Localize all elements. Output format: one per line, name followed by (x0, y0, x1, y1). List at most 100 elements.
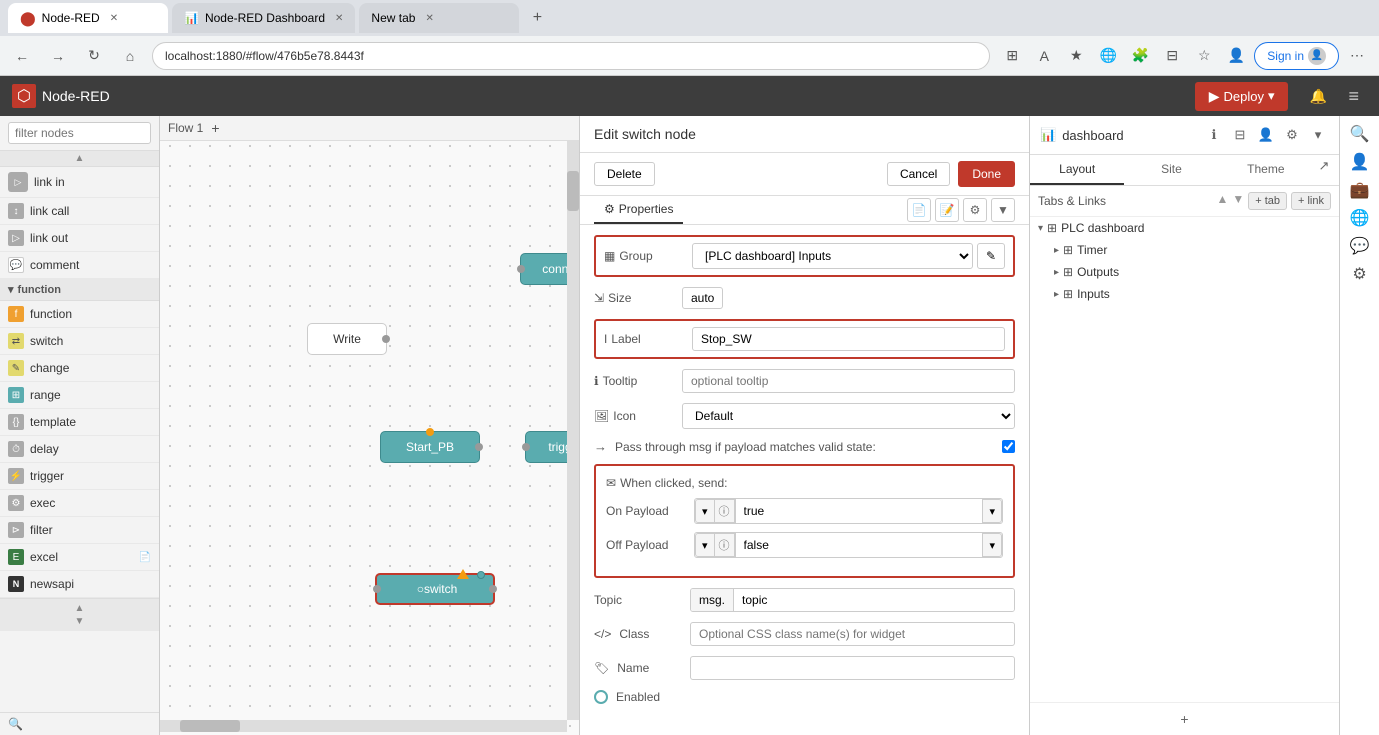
more-button[interactable]: ⋯ (1343, 42, 1371, 70)
node-item-trigger[interactable]: ⚡ trigger (0, 463, 159, 490)
node-connected-port-left[interactable] (517, 265, 525, 273)
tooltip-input[interactable] (682, 369, 1015, 393)
right-briefcase-icon[interactable]: 💼 (1350, 180, 1370, 200)
node-category-function[interactable]: ▾ function (0, 279, 159, 301)
tab-newtab-close[interactable]: ✕ (425, 13, 433, 24)
canvas-area[interactable]: Flow 1 + Write connected Start_PB (160, 116, 579, 735)
tab-icon-settings[interactable]: ⚙ (963, 198, 987, 222)
node-item-newsapi[interactable]: N newsapi (0, 571, 159, 598)
extensions-button[interactable]: ⊞ (998, 42, 1026, 70)
canvas-scroll-thumb-h[interactable] (180, 720, 240, 732)
node-item-switch[interactable]: ⇄ switch (0, 328, 159, 355)
node-item-link-in[interactable]: ▷ link in (0, 167, 159, 198)
done-button[interactable]: Done (958, 161, 1015, 187)
wallet-button[interactable]: 🌐 (1094, 42, 1122, 70)
node-item-link-out[interactable]: ▷ link out (0, 225, 159, 252)
node-item-template[interactable]: {} template (0, 409, 159, 436)
home-button[interactable]: ⌂ (116, 42, 144, 70)
tab-icon-collapse[interactable]: ▼ (991, 198, 1015, 222)
node-item-function[interactable]: f function (0, 301, 159, 328)
add-tab-button[interactable]: + tab (1248, 192, 1287, 210)
on-payload-value-input[interactable] (735, 499, 984, 523)
cancel-button[interactable]: Cancel (887, 162, 950, 186)
topic-input[interactable] (734, 589, 1014, 611)
group-edit-button[interactable]: ✎ (977, 243, 1005, 269)
bookmark-button[interactable]: ☆ (1190, 42, 1218, 70)
node-item-filter[interactable]: ⊳ filter (0, 517, 159, 544)
tree-item-plc[interactable]: ▾ ⊞ PLC dashboard (1030, 217, 1339, 239)
sign-in-button[interactable]: Sign in 👤 (1254, 42, 1339, 70)
scroll-up-btn[interactable]: ▲ (75, 603, 85, 614)
add-button[interactable]: + (1038, 711, 1331, 727)
tab-dashboard[interactable]: 📊 Node-RED Dashboard ✕ (172, 3, 355, 33)
dashboard-settings-icon[interactable]: ⚙ (1281, 124, 1303, 146)
right-globe-icon[interactable]: 🌐 (1350, 208, 1370, 228)
tab-layout[interactable]: Layout (1030, 155, 1124, 185)
right-chat-icon[interactable]: 💬 (1350, 236, 1370, 256)
sidebar-button[interactable]: ⊟ (1158, 42, 1186, 70)
off-payload-value-input[interactable] (735, 533, 984, 557)
tree-item-timer[interactable]: ▸ ⊞ Timer (1046, 239, 1339, 261)
node-item-comment[interactable]: 💬 comment (0, 252, 159, 279)
group-select[interactable]: [PLC dashboard] Inputs[PLC dashboard] Ou… (692, 243, 973, 269)
dashboard-collapse-icon[interactable]: ▾ (1307, 124, 1329, 146)
topic-type-btn[interactable]: msg. (691, 589, 734, 611)
profile-button[interactable]: 👤 (1222, 42, 1250, 70)
sort-down-icon[interactable]: ▼ (1232, 192, 1244, 210)
address-bar[interactable]: localhost:1880/#flow/476b5e78.8443f (152, 42, 990, 70)
tab-nodered-close[interactable]: ✕ (110, 13, 118, 24)
tree-item-outputs[interactable]: ▸ ⊞ Outputs (1046, 261, 1339, 283)
right-search-icon[interactable]: 🔍 (1350, 124, 1370, 144)
filter-nodes-input[interactable] (8, 122, 151, 144)
notification-button[interactable]: 🔔 (1304, 82, 1332, 110)
forward-button[interactable]: → (44, 42, 72, 70)
node-item-excel[interactable]: E excel 📄 (0, 544, 159, 571)
sort-up-icon[interactable]: ▲ (1216, 192, 1228, 210)
account-button[interactable]: A (1030, 42, 1058, 70)
name-input[interactable] (690, 656, 1015, 680)
dashboard-info-icon[interactable]: ℹ (1203, 124, 1225, 146)
node-write[interactable]: Write (307, 323, 387, 355)
tab-nodered[interactable]: ⬤ Node-RED ✕ (8, 3, 168, 33)
dashboard-external-link[interactable]: ↗ (1313, 155, 1335, 177)
node-item-exec[interactable]: ⚙ exec (0, 490, 159, 517)
switch-port-left[interactable] (373, 585, 381, 593)
node-item-change[interactable]: ✎ change (0, 355, 159, 382)
canvas-content[interactable]: Write connected Start_PB trigger 250ms (160, 141, 579, 732)
node-startpb[interactable]: Start_PB (380, 431, 480, 463)
new-tab-button[interactable]: + (523, 4, 551, 32)
node-write-port-right[interactable] (382, 335, 390, 343)
delete-button[interactable]: Delete (594, 162, 655, 186)
trigger-port-left[interactable] (522, 443, 530, 451)
back-button[interactable]: ← (8, 42, 36, 70)
canvas-scrollbar-horizontal[interactable] (160, 720, 567, 732)
puzzle-button[interactable]: 🧩 (1126, 42, 1154, 70)
off-payload-info-btn[interactable]: ⓘ (715, 533, 735, 557)
off-payload-type-btn[interactable]: ▾ (695, 533, 715, 557)
switch-port-right[interactable] (489, 585, 497, 593)
add-link-button[interactable]: + link (1291, 192, 1331, 210)
node-item-range[interactable]: ⊞ range (0, 382, 159, 409)
tab-site[interactable]: Site (1124, 155, 1218, 185)
node-item-delay[interactable]: ⏱ delay (0, 436, 159, 463)
off-payload-down-btn[interactable]: ▾ (983, 533, 1002, 557)
tab-theme[interactable]: Theme (1219, 155, 1313, 185)
node-switch-selected[interactable]: ○ switch (375, 573, 495, 605)
canvas-scrollbar-vertical[interactable] (567, 141, 579, 720)
tab-properties[interactable]: ⚙ Properties (594, 196, 683, 224)
deploy-button[interactable]: ▶ Deploy ▾ (1195, 82, 1289, 111)
nr-menu-button[interactable]: ≡ (1340, 82, 1367, 111)
canvas-scroll-thumb-v[interactable] (567, 171, 579, 211)
right-settings-bottom[interactable]: ⚙ (1352, 264, 1366, 284)
on-payload-info-btn[interactable]: ⓘ (715, 499, 735, 523)
on-payload-down-btn[interactable]: ▾ (983, 499, 1002, 523)
node-item-link-call[interactable]: ↕ link call (0, 198, 159, 225)
size-button[interactable]: auto (682, 287, 723, 309)
icon-select[interactable]: DefaultNoneCustom (682, 403, 1015, 429)
tab-newtab[interactable]: New tab ✕ (359, 3, 519, 33)
node-startpb-port-right[interactable] (475, 443, 483, 451)
tree-item-inputs[interactable]: ▸ ⊞ Inputs (1046, 283, 1339, 305)
dashboard-layout-icon[interactable]: ⊟ (1229, 124, 1251, 146)
tab-icon-description[interactable]: 📝 (935, 198, 959, 222)
tab-dashboard-close[interactable]: ✕ (335, 13, 343, 24)
